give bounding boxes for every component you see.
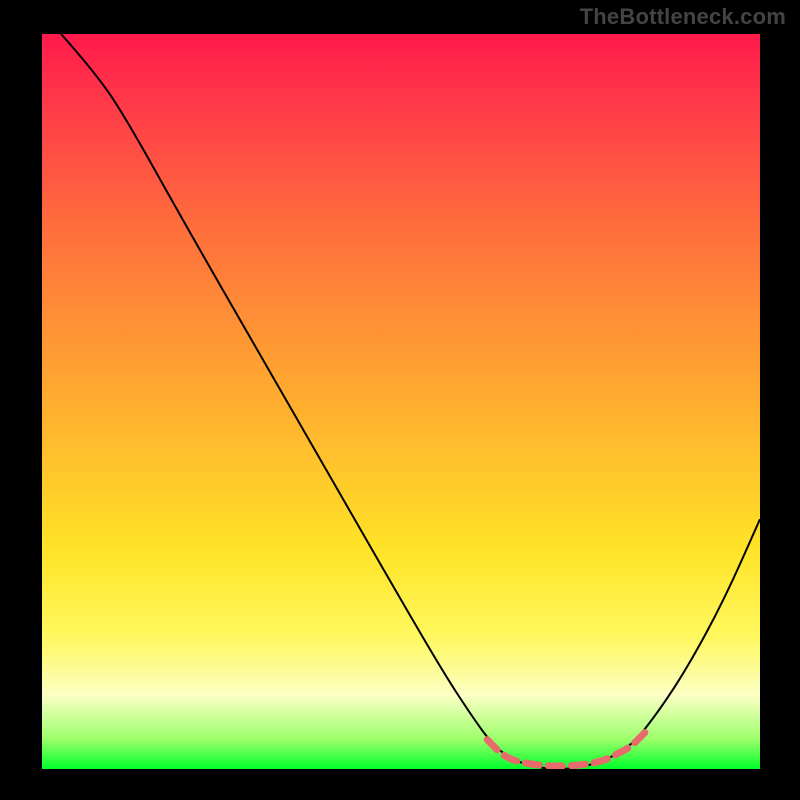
chart-svg	[42, 34, 760, 769]
chart-frame: TheBottleneck.com	[0, 0, 800, 800]
attribution-label: TheBottleneck.com	[580, 4, 786, 30]
curve-highlight-band	[487, 732, 645, 766]
curve-main	[42, 34, 760, 769]
